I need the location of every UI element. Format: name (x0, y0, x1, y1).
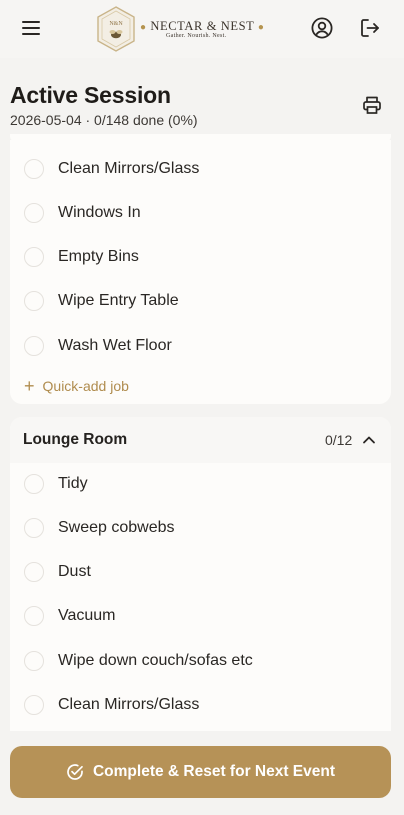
task-label: Tidy (58, 475, 88, 492)
top-bar: N&N ● NECTAR & NEST ● Gather. Nourish. N… (0, 0, 404, 58)
task-label: Wipe Entry Table (58, 292, 179, 309)
task-checkbox[interactable] (24, 695, 44, 715)
menu-icon (22, 21, 40, 35)
task-checkbox[interactable] (24, 291, 44, 311)
task-checkbox[interactable] (24, 651, 44, 671)
complete-reset-button[interactable]: Complete & Reset for Next Event (10, 746, 391, 798)
brand-name-text: NECTAR & NEST (150, 19, 255, 33)
task-label: Sweep cobwebs (58, 519, 175, 536)
task-label: Clean Mirrors/Glass (58, 160, 200, 177)
task-item[interactable]: Dust (10, 550, 391, 594)
task-label: Empty Bins (58, 248, 139, 265)
task-item[interactable]: Wipe down couch/sofas etc (10, 639, 391, 683)
app-screen: N&N ● NECTAR & NEST ● Gather. Nourish. N… (0, 0, 404, 815)
task-item[interactable]: Clean Mirrors/Glass (10, 683, 391, 727)
lounge-room-section-card: Lounge Room 0/12 Tidy Sweep cobwebs Dust… (10, 417, 391, 737)
logout-icon (361, 19, 379, 37)
brand-dot-right: ● (257, 22, 265, 33)
brand-badge-icon: N&N (97, 6, 135, 52)
task-item[interactable]: Vacuum (10, 594, 391, 638)
brand-tagline: Gather. Nourish. Nest. (166, 33, 227, 39)
brand-dot-left: ● (140, 22, 147, 33)
menu-button[interactable] (11, 8, 51, 48)
check-circle-icon (67, 764, 83, 780)
page-title: Active Session (10, 82, 171, 108)
task-item[interactable]: Wipe Entry Table (10, 279, 391, 323)
task-checkbox[interactable] (24, 562, 44, 582)
task-label: Wash Wet Floor (58, 337, 172, 354)
task-checkbox[interactable] (24, 336, 44, 356)
account-button[interactable] (302, 8, 342, 48)
task-checkbox[interactable] (24, 606, 44, 626)
task-checkbox[interactable] (24, 247, 44, 267)
task-item[interactable]: Sweep cobwebs (10, 506, 391, 550)
task-checkbox[interactable] (24, 203, 44, 223)
plus-icon: + (24, 376, 35, 396)
task-item[interactable]: Clean Mirrors/Glass (10, 147, 391, 191)
task-item[interactable]: Wash Wet Floor (10, 324, 391, 368)
section-progress-count: 0/12 (325, 432, 353, 448)
task-checkbox[interactable] (24, 159, 44, 179)
task-section-card: Clean Mirrors/Glass Windows In Empty Bin… (10, 140, 391, 404)
print-button[interactable] (352, 85, 392, 125)
task-label: Wipe down couch/sofas etc (58, 652, 253, 669)
brand-name: ● NECTAR & NEST ● (140, 19, 265, 34)
task-item[interactable]: Windows In (10, 191, 391, 235)
task-item[interactable]: Empty Bins (10, 235, 391, 279)
user-circle-icon (311, 17, 333, 39)
task-checkbox[interactable] (24, 474, 44, 494)
quick-add-label: Quick-add job (42, 378, 129, 394)
task-item[interactable]: Tidy (10, 462, 391, 506)
task-label: Dust (58, 563, 91, 580)
logout-button[interactable] (350, 8, 390, 48)
chevron-up-icon[interactable] (361, 432, 377, 448)
task-label: Clean Mirrors/Glass (58, 696, 200, 713)
brand-logo[interactable]: N&N ● NECTAR & NEST ● Gather. Nourish. N… (96, 6, 265, 52)
task-checkbox[interactable] (24, 518, 44, 538)
quick-add-job-button[interactable]: + Quick-add job (24, 376, 129, 396)
task-label: Vacuum (58, 607, 116, 624)
task-label: Windows In (58, 204, 141, 221)
svg-text:N&N: N&N (109, 21, 123, 27)
section-title: Lounge Room (23, 431, 128, 448)
session-progress-summary: 2026-05-04 · 0/148 done (0%) (10, 112, 198, 128)
complete-button-label: Complete & Reset for Next Event (92, 763, 336, 780)
printer-icon (363, 96, 381, 114)
section-header-lounge-room[interactable]: Lounge Room 0/12 (10, 417, 391, 463)
